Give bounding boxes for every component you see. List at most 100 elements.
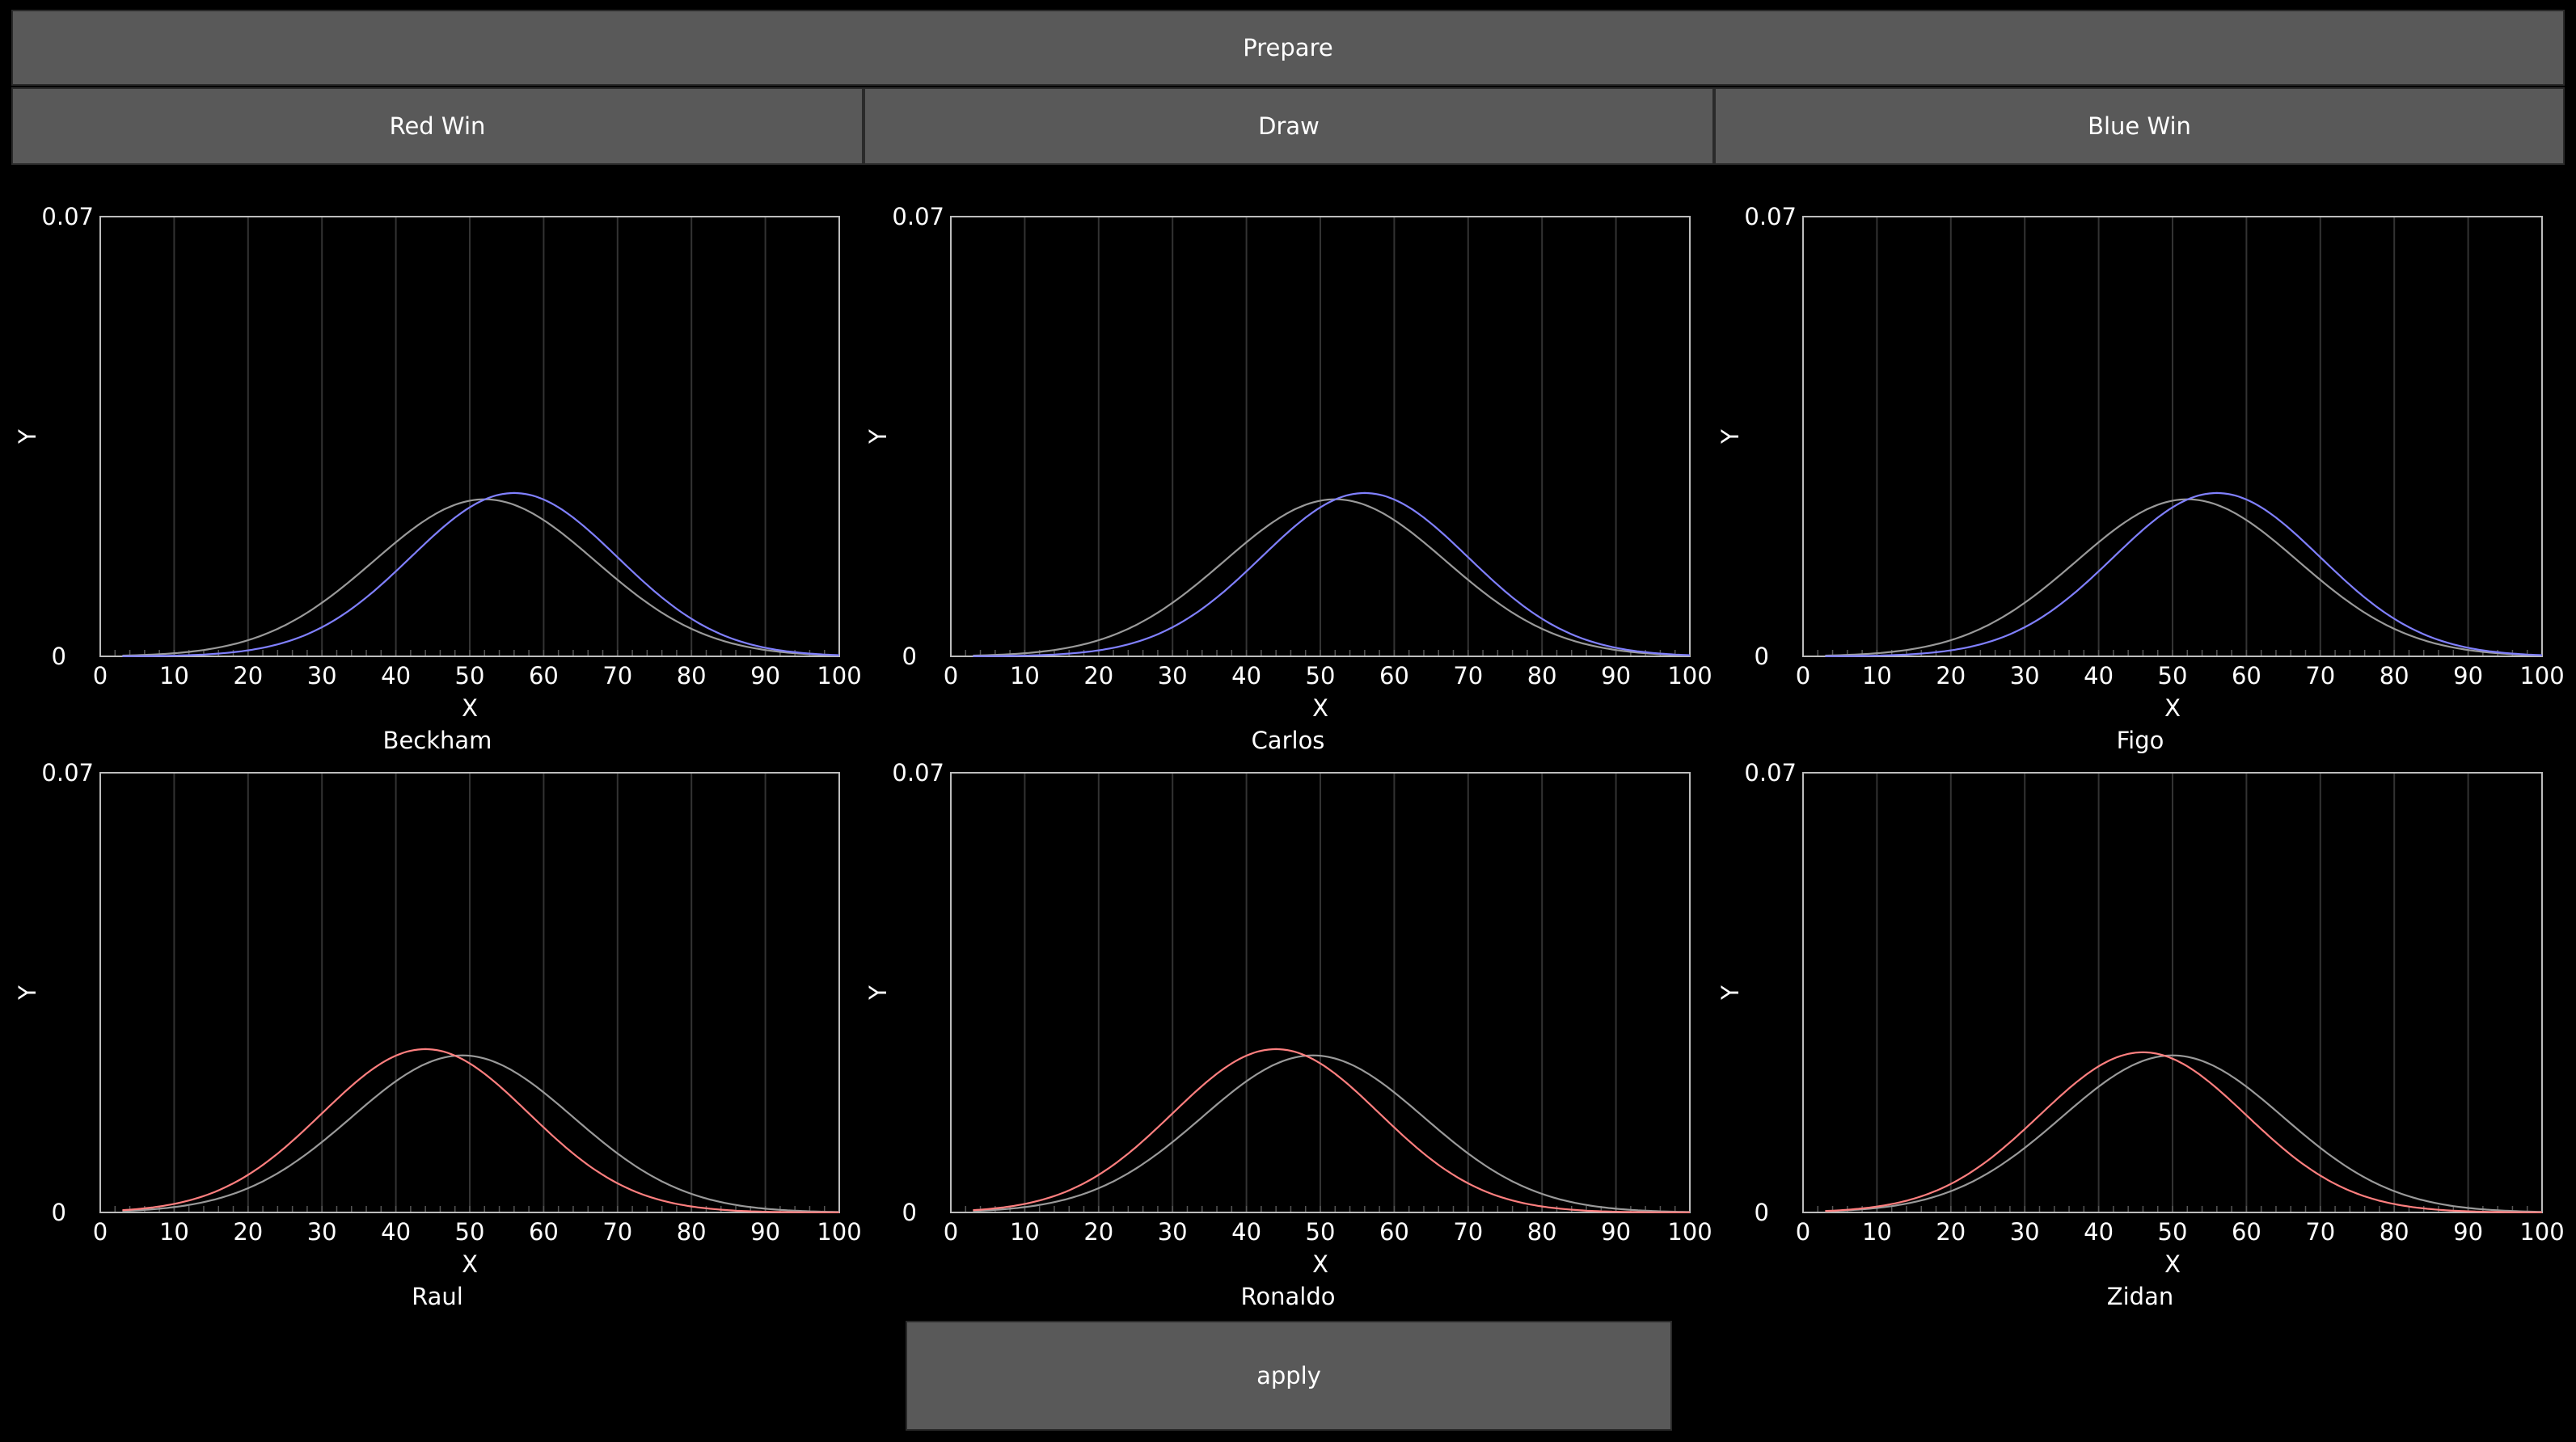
y-tick-label: 0.07 [892, 759, 944, 786]
series-line-red [122, 1048, 839, 1213]
x-tick-label: 50 [455, 1218, 485, 1246]
x-tick-label: 20 [1936, 662, 1966, 689]
chart-raul: 0 10 20 30 40 50 60 70 80 90 100 0.07 0 X Y Raul [14, 759, 862, 1310]
x-tick-label: 20 [1083, 662, 1113, 689]
x-tick-label: 100 [2519, 662, 2564, 689]
series-line-blue [122, 491, 840, 657]
chart-figo: 0 10 20 30 40 50 60 70 80 90 100 0.07 0 X Y Figo [1717, 203, 2565, 754]
x-tick-label: 40 [381, 662, 411, 689]
x-tick-label: 60 [1379, 662, 1409, 689]
x-tick-label: 30 [1158, 1218, 1188, 1246]
x-tick-label: 30 [2010, 662, 2040, 689]
y-tick-label: 0 [1755, 643, 1769, 670]
x-axis-label: X [1312, 694, 1328, 722]
x-tick-label: 80 [677, 1218, 707, 1246]
y-axis-label: Y [14, 429, 41, 445]
series-line-blue [973, 491, 1691, 657]
x-tick-label: 30 [307, 662, 337, 689]
series-line-gray [122, 498, 840, 657]
chart-title: Raul [412, 1283, 463, 1310]
x-tick-label: 60 [529, 662, 559, 689]
chart-title: Figo [2117, 727, 2164, 754]
x-tick-label: 80 [1527, 662, 1557, 689]
y-axis-label: Y [864, 985, 892, 1001]
y-tick-label: 0 [52, 1199, 66, 1226]
y-tick-label: 0.07 [1744, 203, 1797, 230]
x-tick-label: 10 [1862, 1218, 1892, 1246]
chart-ronaldo: 0 10 20 30 40 50 60 70 80 90 100 0.07 0 X Y Ronaldo [864, 759, 1712, 1310]
x-tick-label: 60 [529, 1218, 559, 1246]
y-tick-label: 0 [1755, 1199, 1769, 1226]
chart-title: Beckham [383, 727, 492, 754]
series-line-gray [122, 1054, 840, 1213]
x-tick-label: 70 [602, 662, 632, 689]
x-tick-label: 50 [1306, 1218, 1336, 1246]
x-axis-label: X [462, 694, 478, 722]
x-tick-label: 100 [2519, 1218, 2564, 1246]
x-tick-label: 100 [1667, 662, 1712, 689]
x-axis-label: X [2164, 1250, 2181, 1278]
x-tick-label: 40 [1231, 1218, 1261, 1246]
chart-title: Carlos [1252, 727, 1325, 754]
series-line-blue [1825, 491, 2543, 657]
y-axis-label: Y [1717, 985, 1744, 1001]
apply-button[interactable]: apply [906, 1321, 1672, 1431]
x-tick-label: 80 [677, 662, 707, 689]
x-tick-label: 30 [307, 1218, 337, 1246]
x-tick-label: 10 [1862, 662, 1892, 689]
y-tick-label: 0.07 [1744, 759, 1797, 786]
x-tick-label: 90 [2453, 1218, 2483, 1246]
x-tick-label: 20 [233, 662, 263, 689]
x-tick-label: 90 [1601, 1218, 1631, 1246]
y-tick-label: 0 [902, 643, 917, 670]
x-tick-label: 10 [1010, 662, 1040, 689]
y-tick-label: 0 [52, 643, 66, 670]
x-tick-label: 90 [750, 1218, 780, 1246]
x-tick-label: 100 [817, 1218, 861, 1246]
x-tick-label: 0 [1796, 662, 1810, 689]
x-tick-label: 50 [1306, 662, 1336, 689]
series-line-gray [973, 1054, 1691, 1213]
series-line-red [1825, 1051, 2542, 1213]
x-tick-label: 0 [1796, 1218, 1810, 1246]
y-axis-label: Y [14, 985, 41, 1001]
y-tick-label: 0 [902, 1199, 917, 1226]
series-line-gray [1825, 498, 2543, 657]
x-tick-label: 40 [381, 1218, 411, 1246]
x-tick-label: 70 [602, 1218, 632, 1246]
y-axis-label: Y [864, 429, 892, 445]
x-tick-label: 40 [2084, 1218, 2114, 1246]
x-tick-label: 80 [2380, 1218, 2409, 1246]
x-tick-label: 20 [1936, 1218, 1966, 1246]
y-tick-label: 0.07 [41, 203, 94, 230]
x-tick-label: 20 [1083, 1218, 1113, 1246]
x-tick-label: 70 [1453, 662, 1483, 689]
x-tick-label: 80 [2380, 662, 2409, 689]
x-tick-label: 60 [2232, 662, 2261, 689]
x-tick-label: 0 [944, 1218, 958, 1246]
x-axis-label: X [2164, 694, 2181, 722]
y-tick-label: 0.07 [41, 759, 94, 786]
x-tick-label: 70 [2305, 1218, 2335, 1246]
x-tick-label: 0 [93, 1218, 108, 1246]
x-tick-label: 60 [2232, 1218, 2261, 1246]
chart-beckham: 0 10 20 30 40 50 60 70 80 90 100 0.07 0 X Y Beckham [14, 203, 862, 754]
x-tick-label: 90 [1601, 662, 1631, 689]
x-tick-label: 10 [159, 1218, 189, 1246]
x-tick-label: 50 [455, 662, 485, 689]
x-tick-label: 50 [2158, 662, 2188, 689]
chart-zidan: 0 10 20 30 40 50 60 70 80 90 100 0.07 0 X Y Zidan [1717, 759, 2565, 1310]
x-tick-label: 40 [1231, 662, 1261, 689]
x-tick-label: 20 [233, 1218, 263, 1246]
y-axis-label: Y [1717, 429, 1744, 445]
x-tick-label: 40 [2084, 662, 2114, 689]
chart-title: Ronaldo [1241, 1283, 1336, 1310]
x-tick-label: 0 [93, 662, 108, 689]
x-tick-label: 90 [2453, 662, 2483, 689]
x-tick-label: 50 [2158, 1218, 2188, 1246]
chart-carlos: 0 10 20 30 40 50 60 70 80 90 100 0.07 0 X Y Carlos [864, 203, 1712, 754]
x-axis-label: X [1312, 1250, 1328, 1278]
x-tick-label: 100 [817, 662, 861, 689]
x-tick-label: 90 [750, 662, 780, 689]
y-tick-label: 0.07 [892, 203, 944, 230]
